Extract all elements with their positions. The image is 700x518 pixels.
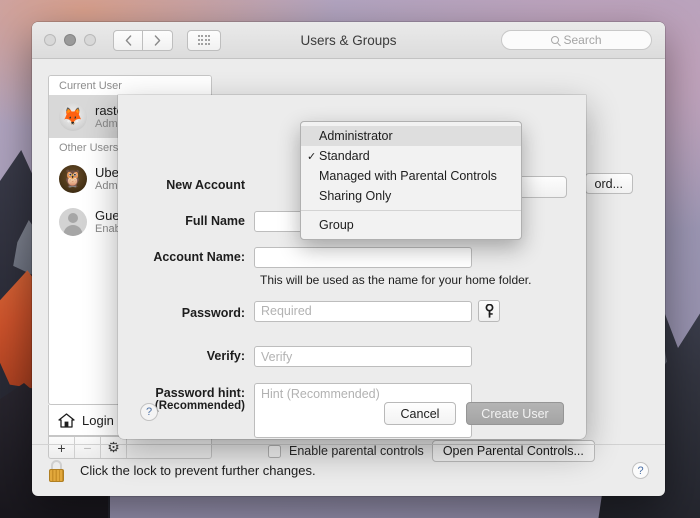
new-account-label: New Account	[166, 178, 245, 192]
menu-item-standard[interactable]: ✓ Standard	[301, 146, 521, 166]
zoom-button[interactable]	[84, 34, 96, 46]
menu-item-label: Group	[319, 218, 354, 232]
owl-avatar-glyph: 🦉	[62, 169, 84, 188]
traffic-lights	[44, 34, 96, 46]
fox-avatar: 🦊	[59, 102, 87, 131]
minimize-button[interactable]	[64, 34, 76, 46]
account-name-label: Account Name:	[153, 250, 245, 264]
account-type-dropdown-menu[interactable]: Administrator ✓ Standard Managed with Pa…	[300, 121, 522, 240]
forward-button[interactable]	[143, 29, 173, 51]
password-hint-label-main: Password hint:	[155, 386, 245, 400]
password-row: Password: Required	[118, 300, 586, 322]
unlocked-padlock-icon[interactable]	[48, 459, 68, 482]
account-name-field[interactable]	[254, 247, 472, 268]
key-glyph	[485, 304, 493, 318]
verify-label: Verify:	[206, 349, 245, 363]
menu-item-group[interactable]: Group	[301, 215, 521, 235]
back-button[interactable]	[113, 29, 143, 51]
home-icon	[58, 412, 75, 428]
chevron-left-icon	[125, 34, 131, 46]
sidebar-group-header-current: Current User	[49, 76, 211, 95]
window-body: Current User 🦊 raster Admin Other Users …	[32, 59, 665, 496]
create-user-button[interactable]: Create User	[466, 402, 564, 425]
key-icon[interactable]	[478, 300, 500, 322]
menu-item-label: Standard	[319, 149, 370, 163]
password-field[interactable]: Required	[254, 300, 472, 322]
navigation-buttons	[113, 29, 173, 51]
desktop-wallpaper: Users & Groups Search Current User 🦊 ras…	[0, 0, 700, 518]
sheet-action-buttons: Cancel Create User	[384, 402, 564, 425]
person-head-icon	[68, 212, 78, 223]
menu-item-administrator[interactable]: Administrator	[301, 126, 521, 146]
person-body-icon	[63, 224, 83, 236]
account-name-row: Account Name:	[118, 247, 586, 268]
search-icon	[551, 36, 560, 44]
fox-avatar-glyph: 🦊	[62, 107, 84, 126]
cancel-button[interactable]: Cancel	[384, 402, 456, 425]
menu-item-label: Administrator	[319, 129, 393, 143]
close-button[interactable]	[44, 34, 56, 46]
chevron-right-icon	[154, 34, 161, 46]
menu-item-sharing-only[interactable]: Sharing Only	[301, 186, 521, 206]
padlock-body	[49, 468, 64, 482]
show-all-button[interactable]	[187, 29, 221, 51]
verify-field[interactable]: Verify	[254, 346, 472, 367]
help-button[interactable]: ?	[632, 462, 649, 479]
password-hint-label: Password hint: (Recommended)	[118, 383, 254, 412]
lock-bar: Click the lock to prevent further change…	[32, 444, 665, 496]
lock-message: Click the lock to prevent further change…	[80, 463, 316, 478]
reset-password-button[interactable]: ord...	[584, 173, 633, 194]
owl-avatar: 🦉	[59, 164, 87, 193]
full-name-label: Full Name	[185, 214, 245, 228]
search-placeholder: Search	[563, 33, 602, 47]
window-titlebar: Users & Groups Search	[32, 22, 665, 59]
menu-separator	[301, 210, 521, 211]
menu-item-managed-with-parental-controls[interactable]: Managed with Parental Controls	[301, 166, 521, 186]
account-name-helper-text: This will be used as the name for your h…	[260, 273, 532, 287]
menu-item-label: Sharing Only	[319, 189, 392, 203]
verify-row: Verify: Verify	[118, 346, 586, 367]
users-and-groups-window: Users & Groups Search Current User 🦊 ras…	[32, 22, 665, 496]
password-label: Password:	[181, 305, 245, 320]
show-all-grid-icon	[197, 35, 211, 45]
menu-item-label: Managed with Parental Controls	[319, 169, 497, 183]
password-hint-sublabel: (Recommended)	[154, 400, 245, 412]
guest-avatar	[59, 207, 87, 236]
sheet-help-button[interactable]: ?	[140, 403, 158, 421]
search-input[interactable]: Search	[501, 30, 652, 50]
checkmark-icon: ✓	[307, 150, 317, 163]
